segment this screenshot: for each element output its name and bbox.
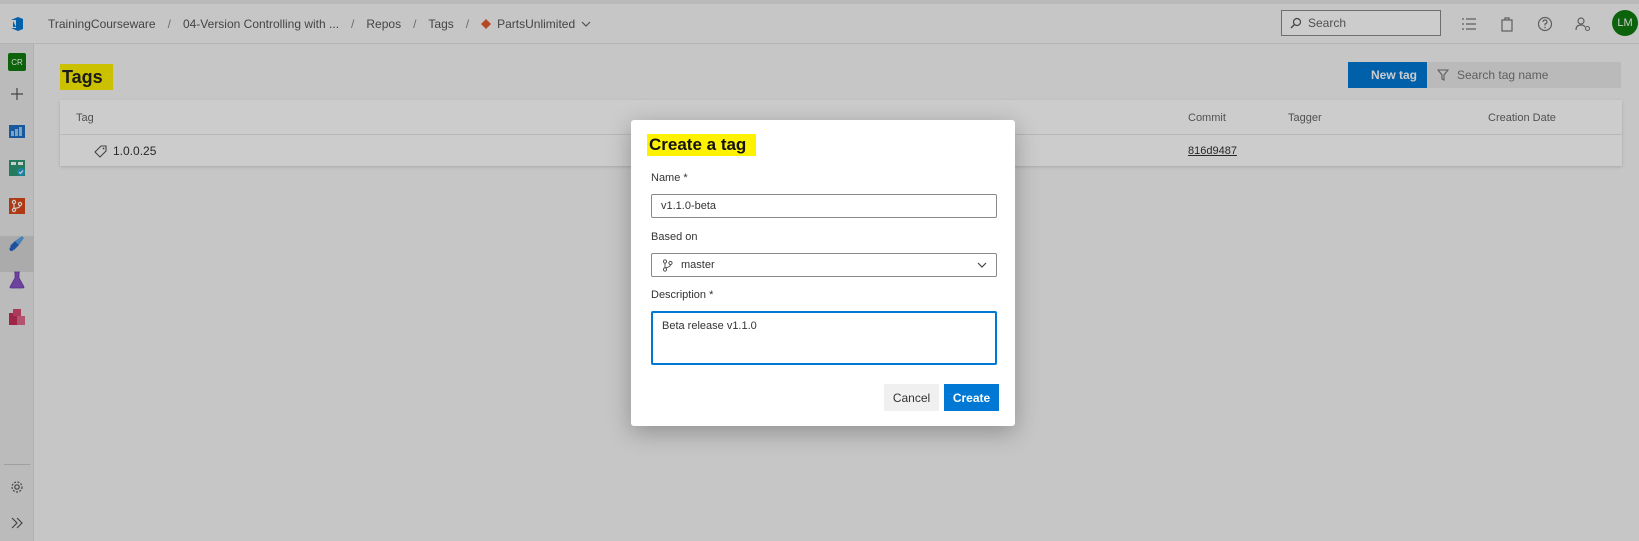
- based-on-value: master: [681, 259, 715, 271]
- based-on-label: Based on: [651, 231, 698, 243]
- name-label: Name *: [651, 172, 688, 184]
- branch-icon: [662, 258, 673, 272]
- description-textarea[interactable]: Beta release v1.1.0: [651, 311, 997, 365]
- tag-name-input[interactable]: [651, 194, 997, 218]
- create-button[interactable]: Create: [944, 384, 999, 411]
- chevron-down-icon: [977, 262, 987, 268]
- based-on-select[interactable]: master: [651, 253, 997, 277]
- cancel-button[interactable]: Cancel: [884, 384, 939, 411]
- create-tag-dialog: Create a tag Name * Based on master Desc…: [631, 120, 1015, 426]
- description-label: Description *: [651, 289, 714, 301]
- dialog-title: Create a tag: [647, 134, 757, 156]
